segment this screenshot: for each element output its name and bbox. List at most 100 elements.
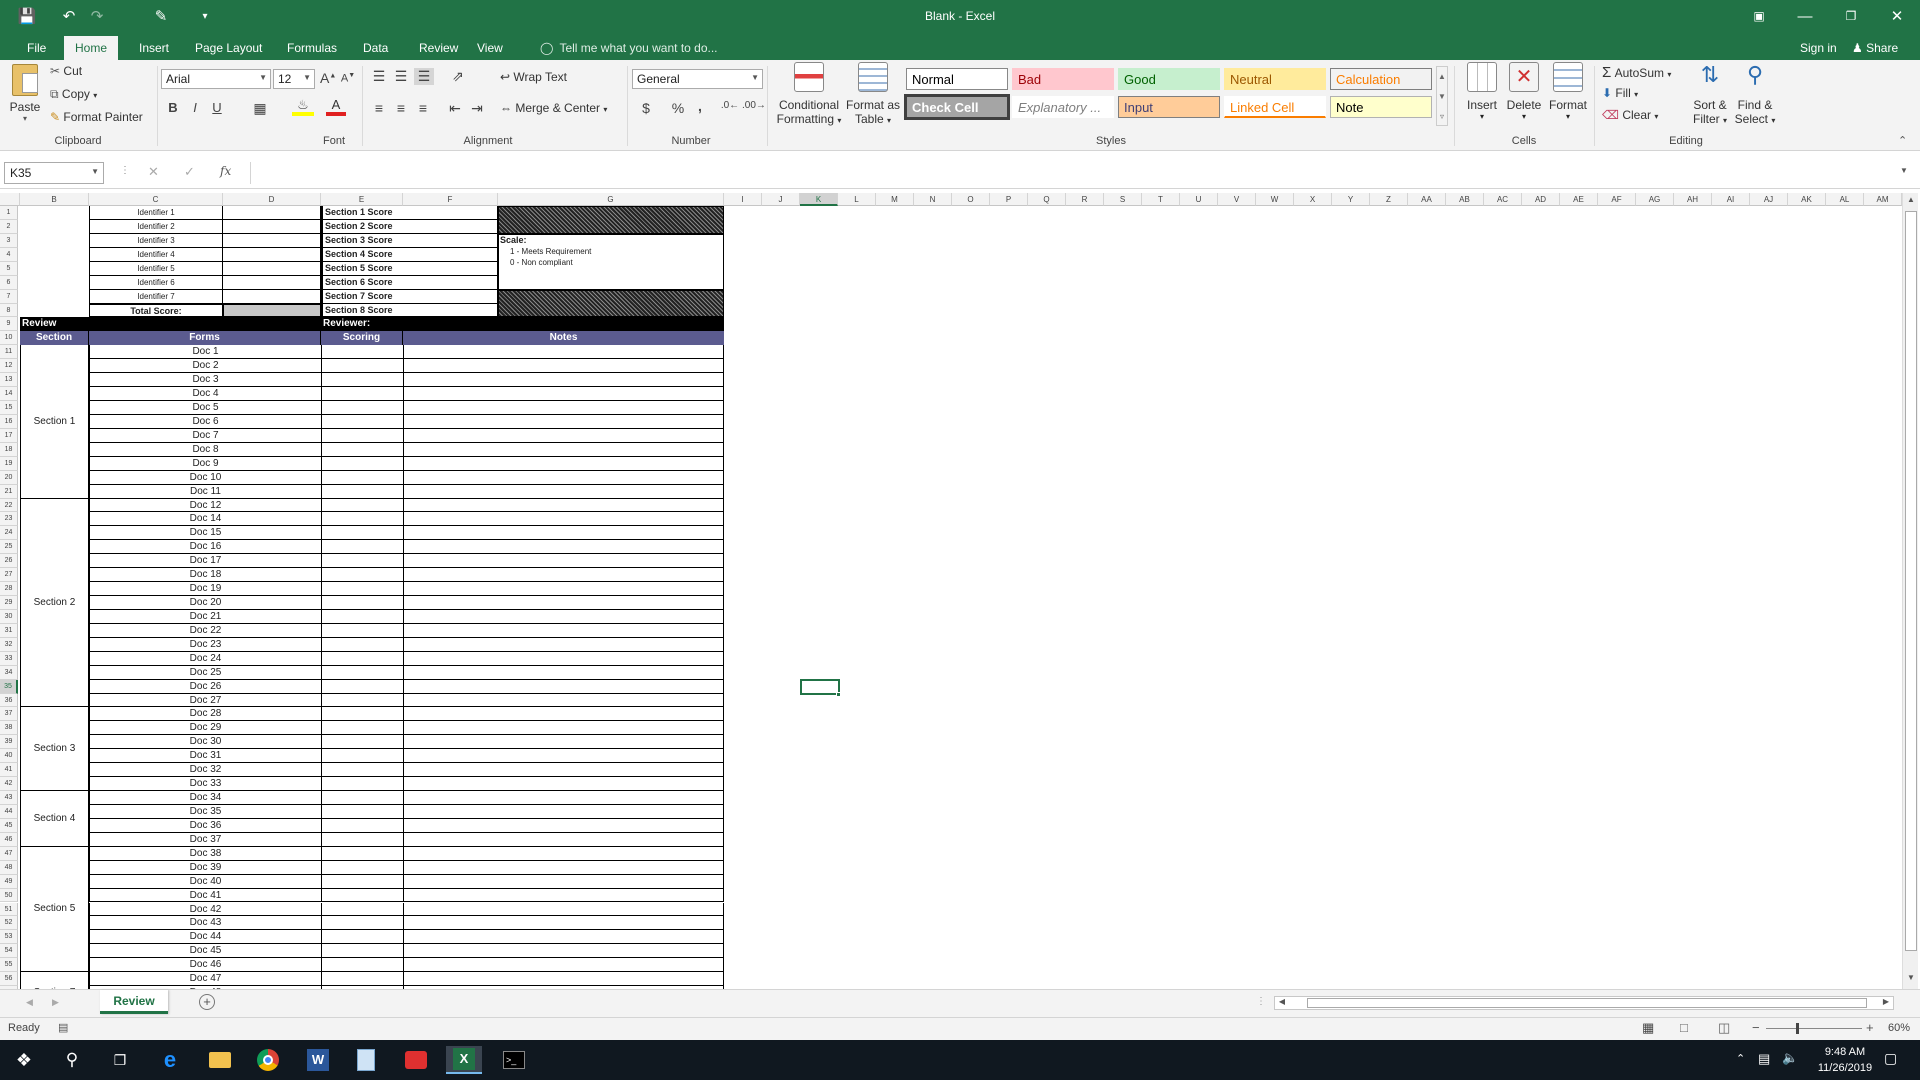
tab-file[interactable]: File — [16, 36, 57, 60]
column-header-n[interactable]: N — [914, 193, 952, 206]
row-header-17[interactable]: 17 — [0, 428, 18, 443]
column-header-z[interactable]: Z — [1370, 193, 1408, 206]
decrease-decimal-icon[interactable]: .00→ — [742, 100, 766, 111]
column-header-t[interactable]: T — [1142, 193, 1180, 206]
notepad-icon[interactable] — [352, 1046, 380, 1074]
row-header-49[interactable]: 49 — [0, 874, 18, 889]
horizontal-scrollbar[interactable]: ◀ ▶ — [1274, 996, 1894, 1010]
row-header-4[interactable]: 4 — [0, 247, 18, 262]
column-header-j[interactable]: J — [762, 193, 800, 206]
styles-scroll[interactable]: ▲ ▼ ▿ — [1436, 66, 1448, 126]
decrease-font-icon[interactable]: A▼ — [340, 72, 356, 85]
style-explanatory[interactable]: Explanatory ... — [1012, 96, 1114, 118]
clock[interactable]: 9:48 AM 11/26/2019 — [1808, 1044, 1882, 1076]
sign-in-link[interactable]: Sign in — [1800, 41, 1837, 55]
row-header-9[interactable]: 9 — [0, 317, 18, 332]
row-header-21[interactable]: 21 — [0, 484, 18, 499]
word-icon[interactable]: W — [304, 1046, 332, 1074]
insert-function-icon[interactable]: fx — [220, 164, 231, 178]
row-header-28[interactable]: 28 — [0, 582, 18, 597]
row-header-22[interactable]: 22 — [0, 498, 18, 513]
align-bottom-icon[interactable]: ☰ — [414, 68, 434, 85]
cut-button[interactable]: ✂ Cut — [50, 64, 82, 78]
merge-center-button[interactable]: ⇔ Merge & Center ▾ — [500, 101, 607, 115]
row-header-16[interactable]: 16 — [0, 414, 18, 429]
column-header-d[interactable]: D — [223, 193, 321, 206]
page-layout-view-icon[interactable]: □ — [1680, 1020, 1688, 1035]
sheet-tab-review[interactable]: Review — [100, 990, 168, 1014]
column-header-u[interactable]: U — [1180, 193, 1218, 206]
fill-color-icon[interactable]: ♨ — [292, 98, 314, 116]
zoom-thumb[interactable] — [1796, 1023, 1799, 1034]
confirm-entry-icon[interactable]: ✓ — [184, 164, 195, 180]
column-header-p[interactable]: P — [990, 193, 1028, 206]
row-header-7[interactable]: 7 — [0, 289, 18, 304]
align-center-icon[interactable]: ≡ — [392, 100, 410, 116]
column-header-y[interactable]: Y — [1332, 193, 1370, 206]
row-header-13[interactable]: 13 — [0, 373, 18, 388]
row-header-19[interactable]: 19 — [0, 456, 18, 471]
conditional-formatting-button[interactable]: Conditional Formatting ▾ — [774, 62, 844, 126]
row-header-37[interactable]: 37 — [0, 707, 18, 722]
underline-button[interactable]: U — [210, 100, 224, 115]
volume-icon[interactable]: 🔈 — [1782, 1050, 1798, 1066]
find-select-button[interactable]: ⚲ Find & Select ▾ — [1734, 62, 1776, 126]
column-header-x[interactable]: X — [1294, 193, 1332, 206]
row-header-11[interactable]: 11 — [0, 345, 18, 360]
style-neutral[interactable]: Neutral — [1224, 68, 1326, 90]
tab-review[interactable]: Review — [408, 36, 469, 60]
decrease-indent-icon[interactable]: ⇤ — [446, 100, 464, 117]
column-header-aa[interactable]: AA — [1408, 193, 1446, 206]
copy-button[interactable]: ⧉ Copy ▾ — [50, 87, 97, 102]
task-view-icon[interactable]: ❐ — [106, 1046, 134, 1074]
row-header-32[interactable]: 32 — [0, 637, 18, 652]
tab-page-layout[interactable]: Page Layout — [184, 36, 273, 60]
row-header-30[interactable]: 30 — [0, 609, 18, 624]
row-header-47[interactable]: 47 — [0, 846, 18, 861]
zoom-slider[interactable] — [1766, 1023, 1862, 1034]
comma-button[interactable]: , — [694, 98, 706, 114]
sort-filter-button[interactable]: ⇅ Sort & Filter ▾ — [1690, 62, 1730, 126]
tab-insert[interactable]: Insert — [128, 36, 180, 60]
restore-button[interactable]: ❐ — [1828, 0, 1874, 32]
align-left-icon[interactable]: ≡ — [370, 100, 388, 116]
percent-button[interactable]: % — [670, 100, 686, 116]
column-header-m[interactable]: M — [876, 193, 914, 206]
borders-icon[interactable]: ▦ — [250, 100, 270, 117]
edge-icon[interactable]: e — [156, 1046, 184, 1074]
network-icon[interactable]: ▤ — [1758, 1051, 1770, 1067]
tab-formulas[interactable]: Formulas — [276, 36, 348, 60]
ribbon-display-icon[interactable]: ▣ — [1736, 0, 1782, 32]
select-all-corner[interactable] — [0, 193, 20, 206]
column-header-ag[interactable]: AG — [1636, 193, 1674, 206]
chrome-icon[interactable] — [254, 1046, 282, 1074]
zoom-level[interactable]: 60% — [1888, 1022, 1910, 1034]
row-header-25[interactable]: 25 — [0, 540, 18, 555]
column-header-g[interactable]: G — [498, 193, 724, 206]
column-header-ak[interactable]: AK — [1788, 193, 1826, 206]
row-header-24[interactable]: 24 — [0, 526, 18, 541]
collapse-ribbon-icon[interactable]: ⌃ — [1898, 134, 1907, 147]
selected-cell-k35[interactable] — [800, 678, 840, 695]
align-middle-icon[interactable]: ☰ — [392, 68, 410, 85]
column-header-ae[interactable]: AE — [1560, 193, 1598, 206]
row-header-5[interactable]: 5 — [0, 261, 18, 276]
scroll-left-sheets-icon[interactable]: ◀ — [26, 997, 33, 1008]
font-name-select[interactable]: Arial ▼ — [161, 69, 271, 89]
column-header-i[interactable]: I — [724, 193, 762, 206]
zoom-out-icon[interactable]: − — [1752, 1020, 1760, 1035]
worksheet-grid[interactable]: B C D E F G I J K L M N O P Q R S T U V W X Y Z AA AB AC AD AE AF AG AH… — [0, 193, 1920, 989]
font-color-icon[interactable]: A — [326, 98, 346, 116]
column-header-o[interactable]: O — [952, 193, 990, 206]
row-header-18[interactable]: 18 — [0, 442, 18, 457]
increase-indent-icon[interactable]: ⇥ — [468, 100, 486, 117]
format-cells-button[interactable]: Format ▾ — [1546, 62, 1590, 121]
style-check-cell[interactable]: Check Cell — [904, 94, 1010, 120]
row-header-55[interactable]: 55 — [0, 958, 18, 973]
column-header-f[interactable]: F — [403, 193, 498, 206]
row-header-48[interactable]: 48 — [0, 860, 18, 875]
column-header-b[interactable]: B — [20, 193, 89, 206]
number-format-select[interactable]: General ▼ — [632, 69, 763, 89]
column-header-c[interactable]: C — [89, 193, 223, 206]
show-hidden-icons[interactable]: ⌃ — [1736, 1052, 1745, 1065]
